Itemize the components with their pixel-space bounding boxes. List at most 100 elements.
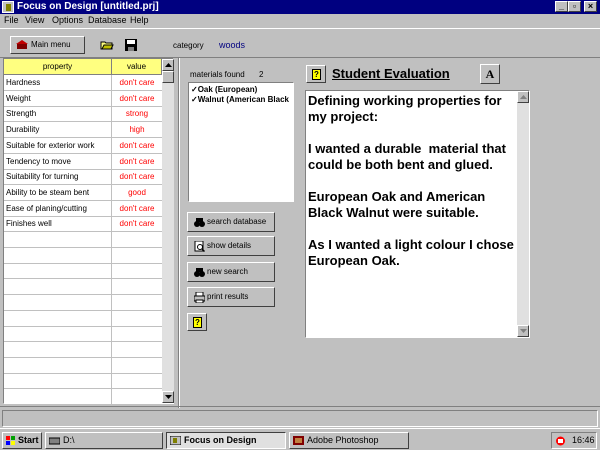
menu-help[interactable]: Help	[130, 15, 149, 25]
value-cell[interactable]: don't care	[112, 138, 162, 154]
menu-view[interactable]: View	[25, 15, 44, 25]
speaker-icon[interactable]	[555, 436, 566, 446]
property-cell[interactable]: Hardness	[4, 75, 112, 91]
table-row[interactable]	[4, 341, 162, 358]
evaluation-scrollbar[interactable]	[517, 91, 529, 337]
value-cell[interactable]	[112, 373, 162, 389]
table-row[interactable]	[4, 357, 162, 374]
value-cell[interactable]	[112, 342, 162, 358]
value-cell[interactable]: don't care	[112, 75, 162, 91]
font-button[interactable]: A	[480, 64, 500, 84]
table-row[interactable]	[4, 232, 162, 248]
table-row[interactable]	[4, 310, 162, 327]
task-focus-on-design[interactable]: Focus on Design	[166, 432, 286, 449]
table-row[interactable]	[4, 263, 162, 280]
property-cell[interactable]: Strength	[4, 106, 112, 123]
property-cell[interactable]: Weight	[4, 90, 112, 107]
property-cell[interactable]: Suitable for exterior work	[4, 137, 112, 154]
close-button[interactable]: ×	[584, 1, 597, 12]
task-adobe-photoshop[interactable]: Adobe Photoshop	[289, 432, 409, 449]
scroll-down-button[interactable]	[517, 325, 529, 337]
table-row[interactable]: Tendency to move don't care	[4, 153, 162, 170]
evaluation-text[interactable]: Defining working properties for my proje…	[308, 93, 516, 269]
value-cell[interactable]: don't care	[112, 169, 162, 185]
scroll-down-button[interactable]	[162, 391, 174, 403]
property-cell[interactable]	[4, 294, 112, 311]
table-row[interactable]	[4, 279, 162, 296]
scroll-thumb[interactable]	[162, 71, 174, 83]
minimize-button[interactable]: _	[555, 1, 568, 12]
table-row[interactable]: Finishes well don't care	[4, 216, 162, 233]
value-cell[interactable]	[112, 295, 162, 311]
table-row[interactable]: Hardness don't care	[4, 75, 162, 91]
value-cell[interactable]	[112, 279, 162, 295]
property-cell[interactable]: Tendency to move	[4, 153, 112, 170]
table-row[interactable]: Suitable for exterior work don't care	[4, 137, 162, 154]
list-item[interactable]: ✓Walnut (American Black	[191, 95, 293, 104]
table-row[interactable]	[4, 373, 162, 390]
table-row[interactable]: Ease of planing/cutting don't care	[4, 200, 162, 217]
list-item[interactable]: ✓Oak (European)	[191, 85, 293, 94]
table-row[interactable]: Strength strong	[4, 106, 162, 123]
table-row[interactable]	[4, 294, 162, 311]
property-cell[interactable]	[4, 310, 112, 327]
table-row[interactable]: Weight don't care	[4, 90, 162, 107]
save-icon[interactable]	[124, 39, 138, 51]
property-cell[interactable]: Durability	[4, 122, 112, 139]
menu-file[interactable]: File	[4, 15, 19, 25]
open-folder-icon[interactable]	[100, 39, 114, 51]
menu-options[interactable]: Options	[52, 15, 83, 25]
property-cell[interactable]	[4, 373, 112, 390]
value-cell[interactable]	[112, 326, 162, 342]
app-icon[interactable]	[2, 1, 14, 13]
property-cell[interactable]: Suitability for turning	[4, 169, 112, 186]
value-cell[interactable]	[112, 358, 162, 374]
table-row[interactable]: Suitability for turning don't care	[4, 169, 162, 186]
show-details-button[interactable]: show details	[187, 236, 275, 256]
property-cell[interactable]	[4, 326, 112, 343]
value-cell[interactable]	[112, 263, 162, 279]
menu-database[interactable]: Database	[88, 15, 127, 25]
value-cell[interactable]: high	[112, 122, 162, 138]
search-database-button[interactable]: search database	[187, 212, 275, 232]
help-button[interactable]: ?	[187, 313, 207, 331]
scroll-up-button[interactable]	[517, 91, 529, 103]
restore-button[interactable]: ▫	[568, 1, 581, 12]
evaluation-help-button[interactable]: ?	[306, 65, 326, 83]
value-cell[interactable]: don't care	[112, 216, 162, 232]
property-cell[interactable]	[4, 279, 112, 296]
new-search-button[interactable]: new search	[187, 262, 275, 282]
value-cell[interactable]: don't care	[112, 91, 162, 107]
value-cell[interactable]: don't care	[112, 154, 162, 170]
value-cell[interactable]: don't care	[112, 201, 162, 217]
task-drive-d[interactable]: D:\	[45, 432, 163, 449]
table-row[interactable]	[4, 326, 162, 343]
materials-list[interactable]: ✓Oak (European) ✓Walnut (American Black	[188, 82, 294, 202]
column-header-value[interactable]: value	[112, 59, 162, 75]
value-cell[interactable]: good	[112, 185, 162, 201]
property-cell[interactable]	[4, 357, 112, 374]
value-cell[interactable]	[112, 311, 162, 327]
value-cell[interactable]	[112, 389, 162, 405]
property-cell[interactable]: Ability to be steam bent	[4, 184, 112, 201]
property-cell[interactable]	[4, 263, 112, 280]
table-row[interactable]	[4, 247, 162, 264]
print-results-button[interactable]: print results	[187, 287, 275, 307]
start-button[interactable]: Start	[2, 432, 42, 449]
property-cell[interactable]	[4, 389, 112, 405]
table-row[interactable]: Durability high	[4, 122, 162, 139]
property-cell[interactable]	[4, 341, 112, 358]
value-cell[interactable]	[112, 232, 162, 248]
property-table-scrollbar[interactable]	[162, 59, 174, 403]
table-row[interactable]: Ability to be steam bent good	[4, 184, 162, 201]
value-cell[interactable]	[112, 248, 162, 264]
value-cell[interactable]: strong	[112, 106, 162, 122]
clock[interactable]: 16:46	[572, 435, 595, 445]
main-menu-button[interactable]: Main menu	[10, 36, 85, 54]
evaluation-textarea[interactable]: Defining working properties for my proje…	[305, 90, 530, 338]
scroll-up-button[interactable]	[162, 59, 174, 71]
property-cell[interactable]	[4, 232, 112, 248]
column-header-property[interactable]: property	[4, 59, 112, 75]
property-cell[interactable]: Finishes well	[4, 216, 112, 233]
property-cell[interactable]	[4, 247, 112, 264]
